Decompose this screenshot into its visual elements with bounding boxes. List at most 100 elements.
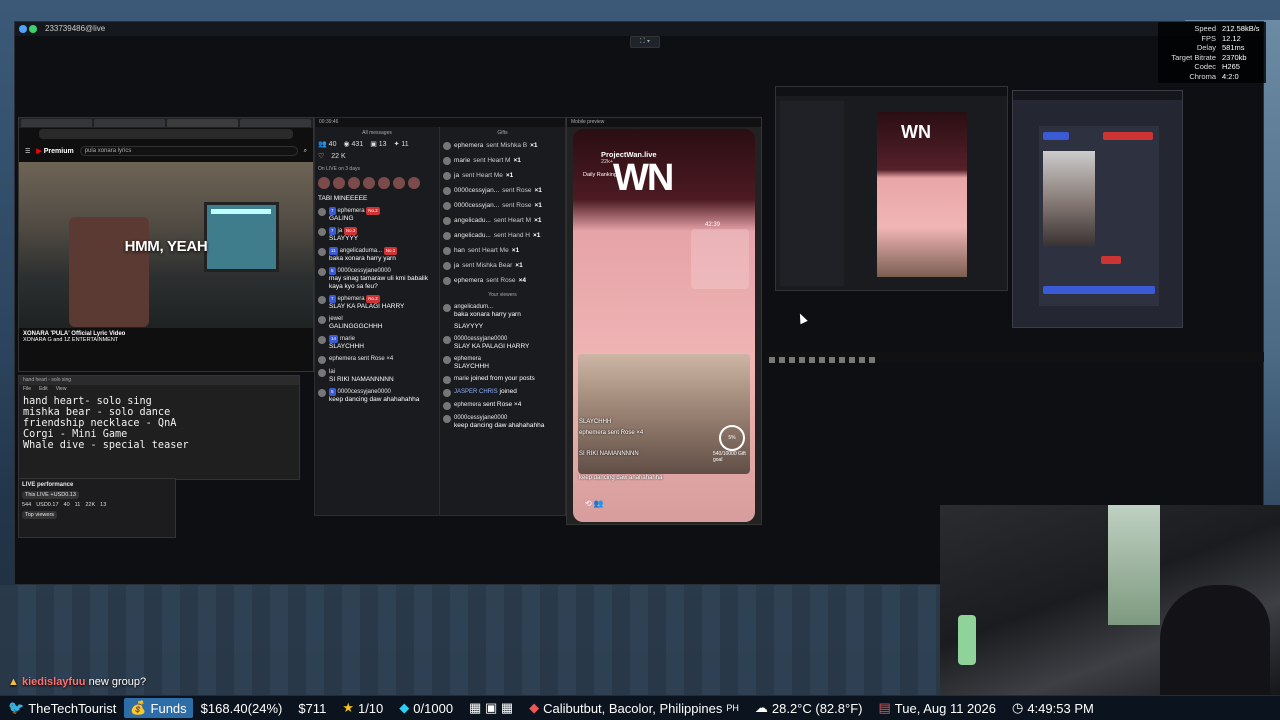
chat-message[interactable]: ephemera sent Rose ×4: [318, 355, 436, 364]
gift-line[interactable]: ja sent Mishka Bear ×1: [443, 261, 562, 270]
youtube-logo[interactable]: ▶ Premium: [36, 147, 73, 155]
chat-message[interactable]: ephemera SLAYCHHH: [443, 355, 562, 371]
admin-topbar[interactable]: [1013, 91, 1182, 100]
gift-line[interactable]: ephemera sent Rose ×4: [443, 276, 562, 285]
notepad-window: hand heart - solo sing File Edit View ha…: [18, 375, 300, 480]
avatar: [318, 268, 326, 276]
chat-message[interactable]: 0000cessyjane0000 keep dancing daw ahahah…: [443, 414, 562, 430]
chat-message[interactable]: 5 0000cessyjane0000 may sinag tamaraw uli …: [318, 267, 436, 291]
chat-message[interactable]: 7 ja No.3 SLAYYYY: [318, 227, 436, 243]
menu-view[interactable]: View: [56, 385, 67, 394]
handle: 🐦 TheTechTourist: [8, 700, 117, 716]
admin-button[interactable]: [1103, 132, 1153, 140]
funds-badge: 💰 Funds: [124, 698, 193, 718]
line: hand heart- solo sing: [23, 396, 152, 407]
gift-strip[interactable]: [318, 177, 436, 189]
gift-goal-ring[interactable]: 5%: [719, 425, 745, 451]
gift-line[interactable]: 0000cessyjan... sent Rose ×1: [443, 201, 562, 210]
tab[interactable]: [240, 119, 311, 127]
moneybag-icon: 💰: [130, 700, 147, 715]
date: ▤ Tue, Aug 11 2026: [878, 700, 996, 716]
menu-icon[interactable]: ☰: [25, 148, 30, 155]
chat-message[interactable]: JASPER CHRIS joined: [443, 388, 562, 397]
chat-header-time: 00:39:46: [315, 118, 565, 127]
top-viewers-tab[interactable]: Top viewers: [22, 511, 58, 519]
garage-door: [204, 202, 279, 272]
gift-line[interactable]: han sent Heart Me ×1: [443, 246, 562, 255]
phone-screen: WN ProjectWan.live 22k+ Daily Ranking 42…: [573, 129, 755, 522]
chat-message[interactable]: 7 ephemera No.2 GALING: [318, 207, 436, 223]
chat-message[interactable]: jewel GALINGGGCHHH: [318, 315, 436, 331]
warning-icon: ▲: [8, 676, 19, 688]
chat-panel: 00:39:46 All messages 👥 40 ◉ 431 ▣ 13 ✦ …: [314, 117, 566, 516]
studio-canvas[interactable]: WN: [877, 112, 967, 277]
gift-line[interactable]: angelicadu... sent Hand H ×1: [443, 231, 562, 240]
side-panel[interactable]: [691, 229, 749, 289]
tab-active[interactable]: [167, 119, 238, 127]
stat-value: H265: [1222, 62, 1240, 71]
gift-line[interactable]: angelicadu... sent Heart M ×1: [443, 216, 562, 225]
tab[interactable]: [21, 119, 92, 127]
browser-tabs[interactable]: [19, 118, 313, 128]
gift-line[interactable]: marie sent Heart M ×1: [443, 156, 562, 165]
all-messages-column: All messages 👥 40 ◉ 431 ▣ 13 ✦ 11 ♡ 22 K…: [315, 127, 440, 515]
column-title[interactable]: Gifts: [443, 129, 562, 137]
notepad-text[interactable]: hand heart- solo sing mishka bear - solo …: [19, 394, 299, 453]
studio-sidebar[interactable]: [780, 101, 844, 286]
avatar: [318, 356, 326, 364]
secure-icon: [29, 25, 37, 33]
stream-stats: Speed 212.58kB/s FPS 12.12 Delay 581ms Targ…: [1158, 22, 1266, 83]
stat-value: 4:2:0: [1222, 71, 1239, 81]
likes-count: ♡ 22 K: [318, 153, 346, 160]
viewer-titlebar[interactable]: 233739486@live –☐✕: [15, 22, 1263, 36]
chat-message[interactable]: 0000cessyjane0000 SLAY KA PALAGI HARRY: [443, 335, 562, 351]
chat-message[interactable]: 7 ephemera No.2 SLAY KA PALAGI HARRY: [318, 295, 436, 311]
chat-message[interactable]: angelicadum... baka xonara harry yarn: [443, 303, 562, 319]
gift-line[interactable]: ephemera sent Mishka B ×1: [443, 141, 562, 150]
secondary-value: $711: [298, 700, 327, 716]
stat: USD0.17: [36, 502, 59, 508]
menu-edit[interactable]: Edit: [39, 385, 48, 394]
notepad-tab[interactable]: hand heart - solo sing: [19, 376, 299, 385]
overlay-comment: keep dancing daw ahahahahha: [579, 475, 663, 481]
panel-title: LIVE performance: [22, 482, 74, 488]
avatar: [318, 389, 326, 397]
menu-file[interactable]: File: [23, 385, 31, 394]
chat-message[interactable]: TABI MINEEEEE: [318, 195, 436, 203]
section-title: Your viewers: [488, 292, 517, 298]
video-player[interactable]: HMM, YEAH: [19, 162, 313, 328]
studio-topbar[interactable]: [776, 87, 1007, 96]
daily-ranking[interactable]: Daily Ranking: [583, 172, 617, 178]
profile-name[interactable]: ProjectWan.live: [601, 150, 657, 159]
live-performance-panel: LIVE performance This LIVE +USD0.13 544 …: [18, 478, 176, 538]
stat-label: Codec: [1194, 62, 1216, 71]
icon-group: ▦ ▣ ▦: [469, 700, 514, 715]
search-input[interactable]: pula xonara lyrics: [79, 146, 298, 156]
overlay-comment: ephemera sent Rose ×4: [579, 430, 644, 436]
address-bar[interactable]: [39, 129, 293, 139]
tab[interactable]: [94, 119, 165, 127]
chat-message[interactable]: 5 0000cessyjane0000 keep dancing daw ahaha…: [318, 388, 436, 404]
bottom-actions[interactable]: ⟲ 👥: [585, 499, 604, 508]
gift-line[interactable]: ja sent Heart Me ×1: [443, 171, 562, 180]
channel-name[interactable]: XONARA G and 1Z ENTERTAINMENT: [23, 337, 309, 343]
gift-line[interactable]: 0000cessyjan... sent Rose ×1: [443, 186, 562, 195]
column-title[interactable]: All messages: [318, 129, 436, 137]
search-icon[interactable]: ⌕: [304, 148, 307, 155]
stream-chat-line: ▲ kiedislayfuu new group?: [8, 676, 146, 688]
chat-message[interactable]: 14 marie SLAYCHHH: [318, 335, 436, 351]
gems-counter: ◆ 0/1000: [399, 700, 454, 716]
remote-taskbar[interactable]: [767, 352, 1264, 363]
chat-message[interactable]: 11 angelicaduma... No.1 baka xonara harry …: [318, 247, 436, 263]
viewer-toolbar[interactable]: ⛶ ▾: [630, 36, 660, 48]
admin-button[interactable]: [1043, 286, 1155, 294]
chat-message[interactable]: SLAYYYY: [443, 323, 562, 331]
chat-message[interactable]: lai SI RIKI NAMANNNNN: [318, 368, 436, 384]
avatar: [318, 296, 326, 304]
chat-message[interactable]: marie joined from your posts: [443, 375, 562, 384]
chat-message[interactable]: ephemera sent Rose ×4: [443, 401, 562, 410]
admin-button[interactable]: [1101, 256, 1121, 264]
stat: 11: [74, 502, 81, 508]
admin-button[interactable]: [1043, 132, 1069, 140]
live-timer: 42:39: [705, 222, 721, 228]
